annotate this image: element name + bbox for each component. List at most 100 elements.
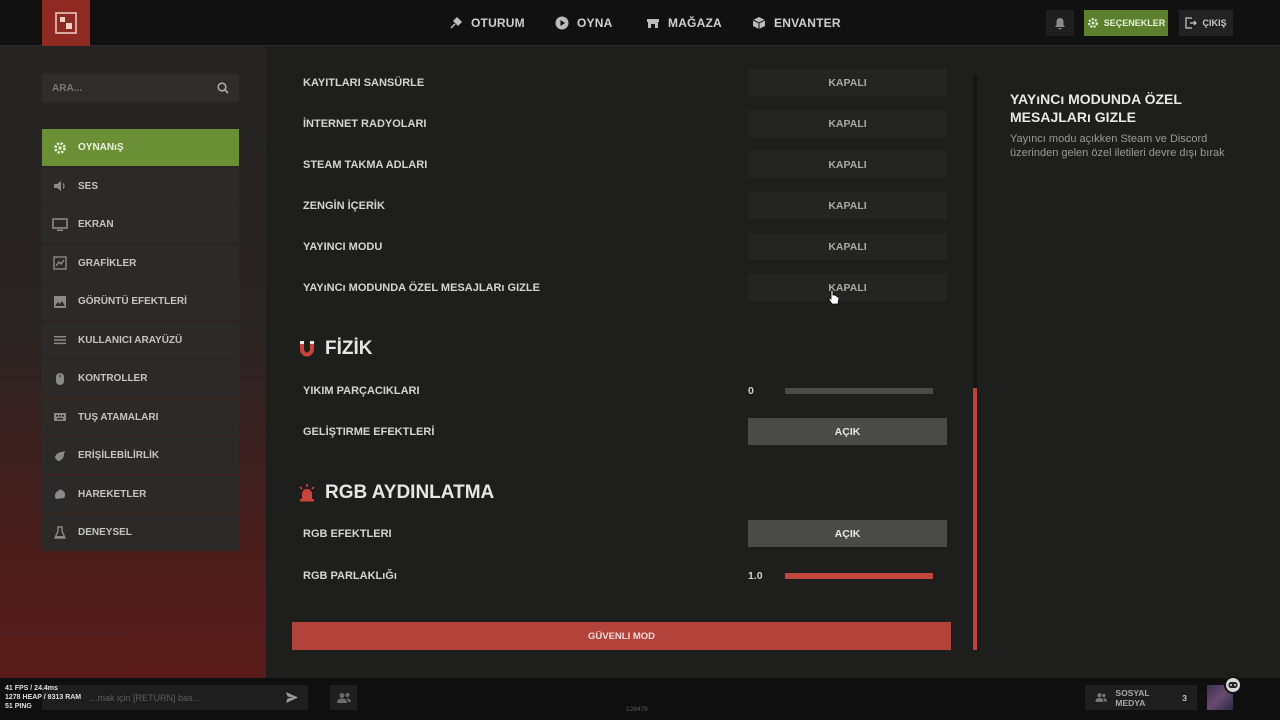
sidebar-item-experimental[interactable]: DENEYSEL bbox=[42, 514, 239, 551]
toggle-button[interactable]: KAPALI bbox=[748, 233, 947, 260]
sidebar-item-label: SES bbox=[78, 180, 99, 192]
add-friends-icon bbox=[336, 692, 351, 703]
logo-icon bbox=[55, 12, 77, 34]
nav-session[interactable]: OTURUM bbox=[449, 0, 525, 46]
setting-row-steam-nicknames: STEAM TAKMA ADLARI KAPALI bbox=[292, 146, 951, 183]
notifications-button[interactable] bbox=[1046, 10, 1074, 36]
toggle-button[interactable]: KAPALI bbox=[748, 110, 947, 137]
setting-label: KAYITLARI SANSÜRLE bbox=[303, 76, 425, 89]
sidebar-item-sound[interactable]: SES bbox=[42, 167, 239, 205]
exit-label: ÇIKIŞ bbox=[1202, 18, 1227, 28]
accessibility-icon bbox=[52, 448, 68, 464]
search-input[interactable]: ARA... bbox=[42, 74, 239, 102]
setting-label: RGB PARLAKLıĞı bbox=[303, 569, 397, 582]
send-icon[interactable] bbox=[286, 692, 298, 703]
image-icon bbox=[52, 294, 68, 310]
sidebar-item-label: DENEYSEL bbox=[78, 527, 132, 538]
nav-play-label: OYNA bbox=[577, 16, 613, 30]
sidebar-item-label: GÖRÜNTÜ EFEKTLERİ bbox=[78, 296, 187, 307]
flask-icon bbox=[52, 525, 68, 541]
toggle-button[interactable]: AÇIK bbox=[748, 418, 947, 445]
sidebar-item-label: EKRAN bbox=[78, 219, 114, 230]
section-title-rgb: RGB AYDINLATMA bbox=[297, 478, 494, 508]
setting-row-debris: YIKIM PARÇACIKLARI 0 bbox=[292, 372, 951, 409]
sidebar-item-label: HAREKETLER bbox=[78, 488, 147, 500]
social-count: 3 bbox=[1182, 692, 1187, 703]
debris-slider[interactable] bbox=[785, 387, 933, 394]
options-label: SEÇENEKLER bbox=[1103, 18, 1166, 28]
setting-label: STEAM TAKMA ADLARI bbox=[303, 158, 428, 171]
gamepad-icon bbox=[1228, 682, 1238, 688]
setting-label: GELİŞTIRME EFEKTLERİ bbox=[303, 425, 435, 438]
sidebar-item-accessibility[interactable]: ERİŞİLEBİLİRLİK bbox=[42, 437, 239, 474]
box-icon bbox=[752, 17, 766, 29]
info-description: Yayıncı modu açıkken Steam ve Discord üz… bbox=[1010, 133, 1225, 159]
info-title: YAYıNCı MODUNDA ÖZEL MESAJLARı GIZLE bbox=[1010, 91, 1182, 125]
rust-logo[interactable] bbox=[42, 0, 90, 46]
setting-row-rgb-effects: RGB EFEKTLERI AÇIK bbox=[292, 515, 951, 552]
nav-play[interactable]: OYNA bbox=[555, 0, 612, 46]
sidebar-item-controls[interactable]: KONTROLLER bbox=[42, 360, 239, 397]
search-icon[interactable] bbox=[217, 82, 229, 94]
performance-stats: 41 FPS / 24.4ms 1278 HEAP / 8313 RAM 51 … bbox=[5, 684, 81, 711]
setting-label: ZENGİN İÇERİK bbox=[303, 199, 385, 212]
nav-inventory-label: ENVANTER bbox=[774, 16, 841, 30]
sidebar-item-image-effects[interactable]: GÖRÜNTÜ EFEKTLERİ bbox=[42, 283, 239, 320]
sidebar-item-keybinds[interactable]: TUŞ ATAMALARI bbox=[42, 398, 239, 436]
chat-input[interactable]: ...mak için [RETURN] bas... bbox=[42, 685, 308, 710]
sidebar-item-label: ERİŞİLEBİLİRLİK bbox=[78, 450, 160, 461]
keyboard-icon bbox=[52, 409, 68, 425]
magnet-icon bbox=[300, 341, 314, 357]
slider-value: 1.0 bbox=[748, 569, 763, 582]
fps-readout: 41 FPS / 24.4ms bbox=[5, 685, 58, 692]
nav-inventory[interactable]: ENVANTER bbox=[752, 0, 841, 46]
safe-mode-button[interactable]: GÜVENLI MOD bbox=[292, 622, 951, 650]
sidebar-item-label: GRAFİKLER bbox=[78, 257, 137, 269]
mouse-icon bbox=[52, 371, 68, 387]
exit-button[interactable]: ÇIKIŞ bbox=[1179, 10, 1233, 36]
gear-icon bbox=[1087, 18, 1098, 28]
setting-label: YAYıNCı MODUNDA ÖZEL MESAJLARı GIZLE bbox=[303, 281, 540, 294]
social-media-button[interactable]: SOSYAL MEDYA 3 bbox=[1085, 685, 1197, 710]
sidebar-item-display[interactable]: EKRAN bbox=[42, 206, 239, 243]
satellite-icon bbox=[450, 16, 463, 29]
toggle-button[interactable]: AÇIK bbox=[748, 520, 947, 547]
exit-icon bbox=[1185, 17, 1198, 29]
setting-row-censor-logs: KAYITLARI SANSÜRLE KAPALI bbox=[292, 64, 951, 101]
sidebar-item-gestures[interactable]: HAREKETLER bbox=[42, 475, 239, 513]
nav-store[interactable]: MAĞAZA bbox=[646, 0, 722, 46]
brightness-slider[interactable] bbox=[785, 572, 933, 579]
sidebar-item-label: OYNANıŞ bbox=[78, 142, 124, 153]
section-title-label: FİZİK bbox=[325, 338, 373, 359]
chat-placeholder: ...mak için [RETURN] bas... bbox=[90, 692, 201, 703]
setting-label: YIKIM PARÇACIKLARI bbox=[303, 384, 420, 397]
friends-button[interactable] bbox=[330, 685, 357, 710]
sidebar-item-graphics[interactable]: GRAFİKLER bbox=[42, 244, 239, 282]
sidebar-item-label: TUŞ ATAMALARI bbox=[78, 411, 159, 423]
scrollbar-thumb[interactable] bbox=[973, 388, 977, 650]
people-icon bbox=[1095, 693, 1107, 702]
toggle-button[interactable]: KAPALI bbox=[748, 192, 947, 219]
setting-row-hide-private-messages: YAYıNCı MODUNDA ÖZEL MESAJLARı GIZLE KAP… bbox=[292, 269, 951, 306]
top-bar: OTURUM OYNA MAĞAZA ENVANTER SEÇENEKLER Ç… bbox=[0, 0, 1280, 46]
slider-value: 0 bbox=[748, 384, 754, 397]
setting-label: RGB EFEKTLERI bbox=[303, 527, 392, 540]
setting-row-rich-content: ZENGİN İÇERİK KAPALI bbox=[292, 187, 951, 224]
toggle-button[interactable]: KAPALI bbox=[748, 274, 947, 301]
section-title-label: RGB AYDINLATMA bbox=[325, 482, 495, 503]
gear-icon bbox=[52, 140, 68, 156]
sidebar-item-user-interface[interactable]: KULLANICI ARAYÜZÜ bbox=[42, 321, 239, 359]
sidebar-item-gameplay[interactable]: OYNANıŞ bbox=[42, 129, 239, 166]
menu-lines-icon bbox=[52, 332, 68, 348]
setting-row-streamer-mode: YAYINCI MODU KAPALI bbox=[292, 228, 951, 265]
toggle-button[interactable]: KAPALI bbox=[748, 151, 947, 178]
siren-icon bbox=[299, 484, 315, 502]
graphics-icon bbox=[52, 255, 68, 271]
memory-readout: 1278 HEAP / 8313 RAM bbox=[5, 694, 82, 701]
options-button[interactable]: SEÇENEKLER bbox=[1084, 10, 1168, 36]
ping-readout: 51 PING bbox=[5, 703, 32, 710]
setting-row-rgb-brightness: RGB PARLAKLıĞı 1.0 bbox=[292, 557, 951, 594]
setting-label: YAYINCI MODU bbox=[303, 240, 383, 253]
toggle-button[interactable]: KAPALI bbox=[748, 69, 947, 96]
build-version: 128479 bbox=[626, 706, 648, 713]
